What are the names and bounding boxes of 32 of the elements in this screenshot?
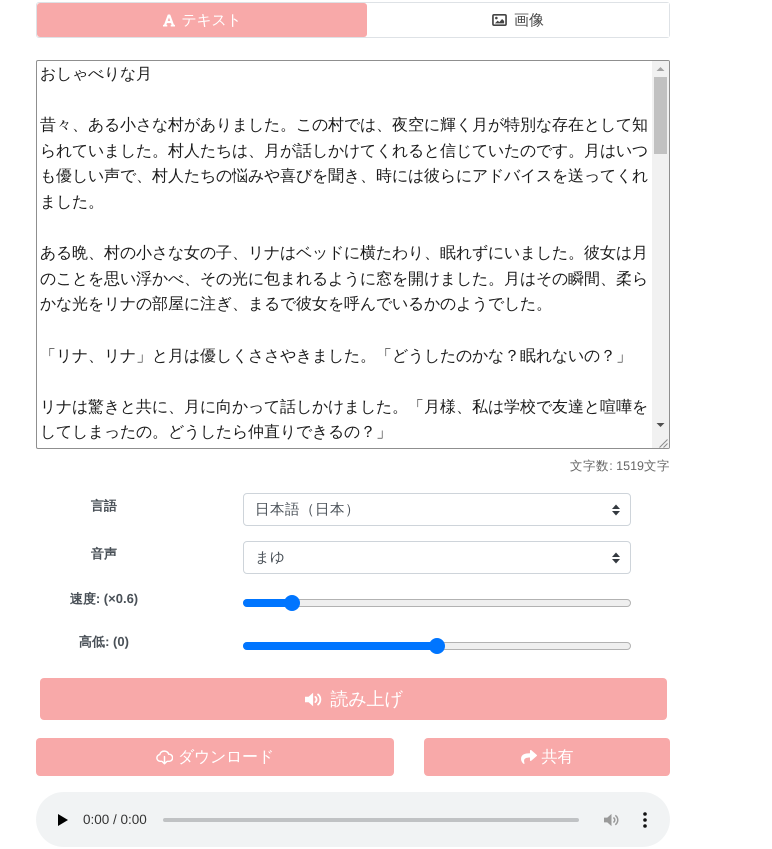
speaker-icon xyxy=(304,692,322,706)
story-paragraph: ある晩、村の小さな女の子、リナはベッドに横たわり、眠れずにいました。彼女は月のことを思い浮かべ、その光に包まれるように窓を開けました。月はその瞬間、柔らかな光をリナの部屋に注ぎ、まるで彼女を呼んでいるかのようでした。 xyxy=(40,244,649,316)
story-text-field[interactable] xyxy=(36,60,670,449)
field-label: 音声 xyxy=(90,544,118,562)
range-slider[interactable] xyxy=(243,595,631,611)
character-count: 文字数: 1519文字 xyxy=(569,458,670,475)
field-label: 言語 xyxy=(90,496,118,514)
dropdown-select[interactable]: 日本語（日本） xyxy=(243,493,631,526)
slider-thumb[interactable] xyxy=(429,638,445,654)
mode-tab[interactable]: テキスト xyxy=(37,3,367,37)
play-icon[interactable] xyxy=(58,814,68,826)
kebab-menu-icon[interactable] xyxy=(643,812,647,828)
font-icon xyxy=(162,14,174,26)
field-label: 高低: (0) xyxy=(78,633,130,651)
read-aloud-button[interactable]: 読み上げ xyxy=(40,678,667,720)
story-paragraph: 昔々、ある小さな村がありました。この村では、夜空に輝く月が特別な存在として知られていました。村人たちは、月が話しかけてくれると信じていたのです。月はいつも優しい声で、村人たちの悩みや喜びを聞き、時には彼らにアドバイスを送ってくれました。 xyxy=(40,116,649,213)
time-display: 0:00 / 0:00 xyxy=(83,812,147,827)
share-icon xyxy=(520,750,536,764)
dropdown-select[interactable]: まゆ xyxy=(243,541,631,574)
download-button[interactable]: ダウンロード xyxy=(36,738,394,776)
slider-thumb[interactable] xyxy=(284,595,300,611)
range-slider[interactable] xyxy=(243,638,631,654)
volume-icon[interactable] xyxy=(604,812,619,826)
story-paragraph: おしゃべりな月 xyxy=(40,65,153,85)
cloud-download-icon xyxy=(156,750,173,764)
share-button[interactable]: 共有 xyxy=(424,738,670,776)
image-icon xyxy=(492,14,507,26)
story-paragraph: リナは驚きと共に、月に向かって話しかけました。「月様、私は学校で友達と喧嘩をしてしまったの。どうしたら仲直りできるの？」 xyxy=(40,398,649,444)
story-paragraph: 「リナ、リナ」と月は優しくささやきました。「どうしたのかな？眠れないの？」 xyxy=(40,346,633,367)
sort-arrows-icon xyxy=(612,504,620,516)
sort-arrows-icon xyxy=(612,552,620,564)
field-label: 速度: (×0.6) xyxy=(68,590,140,608)
